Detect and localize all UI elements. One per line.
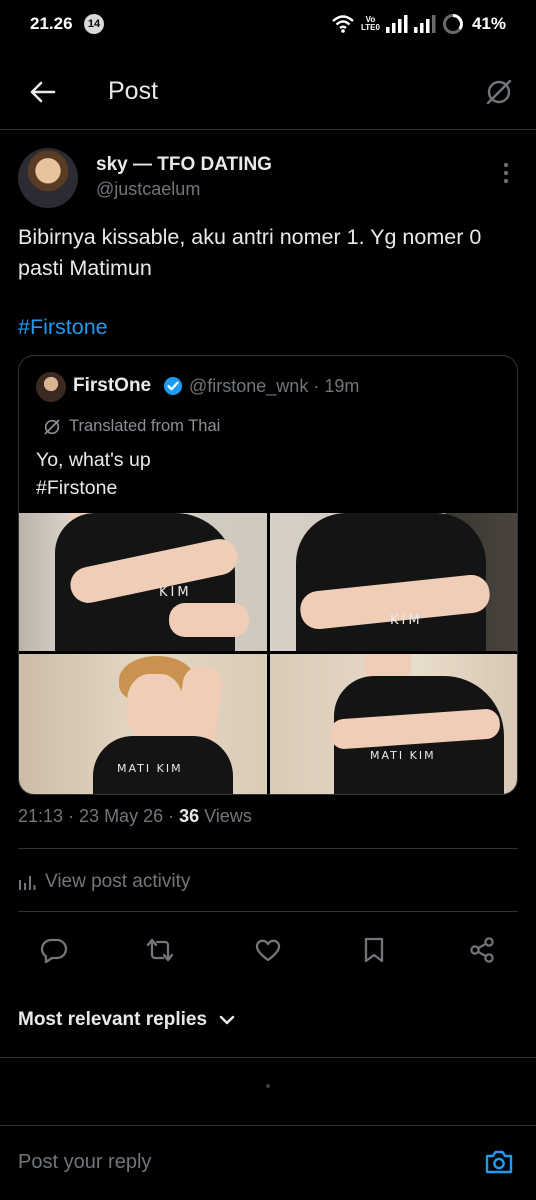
divider [0, 1057, 536, 1058]
quoted-post[interactable]: FirstOne @firstone_wnk · 19m Translated … [18, 355, 518, 795]
avatar[interactable] [18, 148, 78, 208]
photo-4[interactable]: MATI KIM [270, 654, 517, 794]
battery-percent: 41% [471, 14, 506, 33]
share-button[interactable] [460, 928, 504, 972]
quote-author-name[interactable]: FirstOne [73, 375, 151, 397]
activity-label: View post activity [45, 871, 191, 892]
like-icon [255, 939, 281, 962]
divider [0, 1125, 536, 1126]
status-time: 21.26 [30, 14, 73, 33]
loading-indicator [266, 1084, 270, 1088]
like-button[interactable] [246, 928, 290, 972]
post-text: Bibirnya kissable, aku antri nomer 1. Yg… [18, 225, 482, 280]
quote-handle-time: @firstone_wnk · 19m [189, 376, 360, 396]
wifi-icon [332, 15, 354, 33]
divider [18, 911, 518, 912]
translated-label[interactable]: Translated from Thai [43, 417, 220, 436]
translate-button[interactable] [480, 73, 518, 111]
more-options-button[interactable] [494, 160, 518, 186]
signal-icon-2 [413, 15, 436, 33]
reply-bar: Post your reply [0, 1127, 536, 1200]
translated-text: Translated from Thai [69, 417, 221, 435]
reply-icon [40, 938, 68, 964]
photo-1[interactable]: KIM [19, 513, 267, 651]
shirt-print: KIM [390, 613, 423, 628]
author-name[interactable]: sky — TFO DATING [96, 154, 272, 176]
replies-sort-dropdown[interactable]: Most relevant replies [18, 1009, 235, 1031]
page-title: Post [108, 77, 159, 105]
shirt-print: MATI KIM [370, 749, 436, 762]
sort-label: Most relevant replies [18, 1009, 208, 1030]
views-count: 36 [179, 806, 200, 826]
back-button[interactable] [24, 74, 60, 110]
bookmark-icon [364, 937, 384, 963]
post-actions [18, 928, 518, 972]
photo-hand [169, 603, 249, 637]
quote-avatar[interactable] [36, 372, 66, 402]
post-header: sky — TFO DATING @justcaelum [18, 148, 518, 212]
shirt-print: MATI KIM [117, 762, 183, 775]
quote-text: Yo, what's up #Firstone [36, 449, 151, 499]
translate-icon [486, 79, 512, 105]
translate-icon [44, 419, 60, 434]
status-icons: Vo LTE0 41% [331, 12, 506, 36]
camera-button[interactable] [482, 1145, 516, 1179]
more-dot-icon [504, 179, 508, 183]
divider [18, 848, 518, 849]
more-dot-icon [504, 163, 508, 167]
reply-input[interactable]: Post your reply [18, 1151, 151, 1174]
volte-indicator: Vo LTE0 [361, 15, 380, 32]
top-bar: Post [0, 60, 536, 130]
view-post-activity-link[interactable]: View post activity [18, 871, 190, 893]
reply-button[interactable] [32, 928, 76, 972]
status-bar: 21.26 14 Vo LTE0 41% [0, 0, 536, 48]
chevron-down-icon [219, 1015, 235, 1025]
bookmark-button[interactable] [352, 928, 396, 972]
battery-icon [442, 14, 463, 34]
share-icon [470, 937, 494, 963]
notification-badge: 14 [84, 14, 104, 34]
hashtag-link[interactable]: #Firstone [18, 315, 108, 340]
photo-face [127, 674, 183, 742]
arrow-left-icon [30, 81, 56, 103]
author-handle[interactable]: @justcaelum [96, 179, 200, 200]
camera-icon [485, 1150, 513, 1174]
more-dot-icon [504, 171, 508, 175]
photo-2[interactable]: KIM [270, 513, 517, 651]
post-timestamp: 21:13 · 23 May 26 · 36 Views [18, 806, 252, 826]
bar-chart-icon [19, 876, 36, 890]
photo-3[interactable]: MATI KIM [19, 654, 267, 794]
shirt-print: KIM [159, 585, 192, 600]
signal-icon [385, 15, 408, 33]
repost-icon [146, 938, 174, 962]
verified-badge-icon [164, 377, 182, 395]
repost-button[interactable] [138, 928, 182, 972]
